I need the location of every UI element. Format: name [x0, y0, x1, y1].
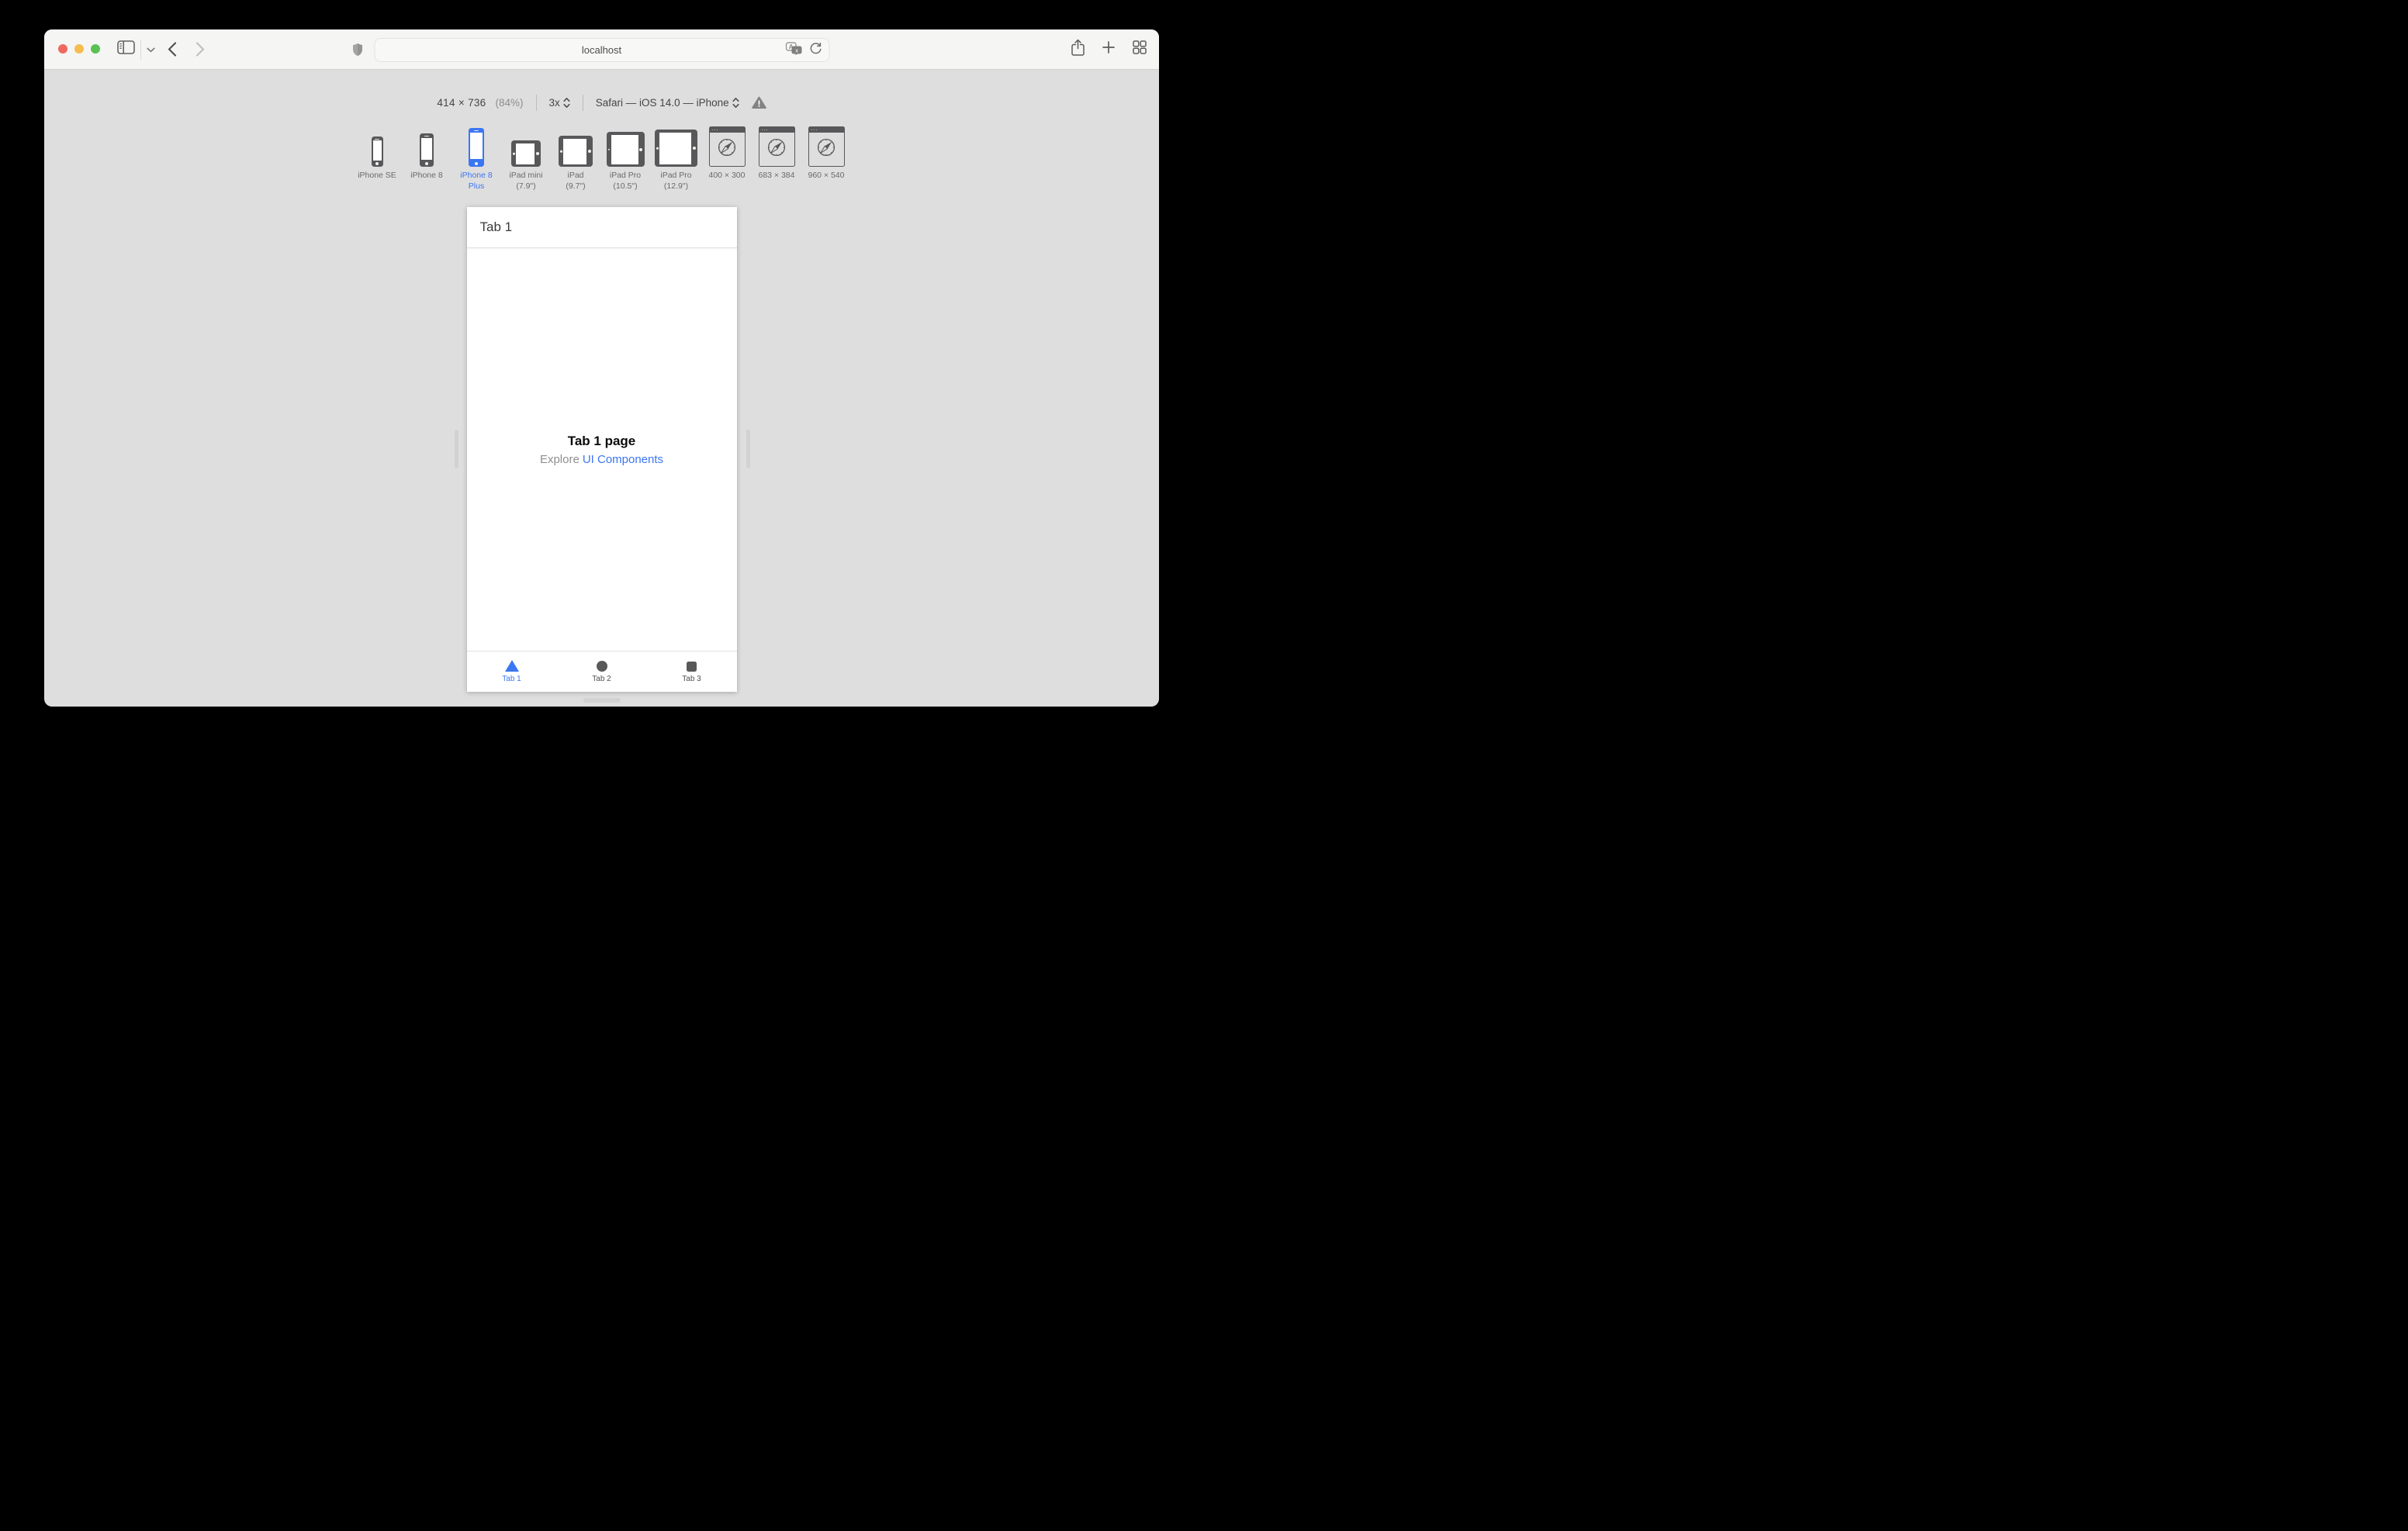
device-iphone-se[interactable]: iPhone SE [357, 126, 397, 181]
scale-value: 3x [548, 97, 560, 109]
svg-text:x: x [795, 47, 798, 54]
reload-icon[interactable] [809, 42, 822, 59]
device-label: 960 × 540 [808, 171, 845, 180]
device-iphone-8-plus[interactable]: iPhone 8 Plus [456, 126, 496, 192]
device-strip: iPhone SE iPhone 8 iPhone 8 Plus iPad mi… [44, 126, 1159, 192]
browser-window-compass-icon [808, 126, 845, 167]
device-preset-400x300[interactable]: 400 × 300 [707, 126, 747, 181]
forward-button[interactable] [195, 29, 205, 69]
share-icon[interactable] [1071, 39, 1085, 60]
back-button[interactable] [168, 29, 177, 69]
translate-icon[interactable]: A x [785, 41, 802, 59]
device-label: iPad Pro (12.9") [660, 171, 692, 191]
iphone-8-icon [420, 133, 434, 167]
minimize-button[interactable] [74, 44, 84, 54]
ui-components-link[interactable]: UI Components [583, 453, 663, 466]
browser-toolbar: localhost A x [44, 29, 1159, 70]
device-label: 683 × 384 [758, 171, 795, 180]
sidebar-toggle-icon[interactable] [117, 40, 135, 58]
device-iphone-8[interactable]: iPhone 8 [407, 126, 447, 181]
rdm-status-row: 414 × 736 (84%) 3x Safari — iOS 14.0 — i… [44, 95, 1159, 111]
circle-icon [596, 661, 607, 672]
page-subtitle: Explore UI Components [539, 453, 664, 466]
divider [535, 95, 537, 111]
desktop-background: localhost A x 414 × 736 (84%) 3x Safari … [0, 0, 1204, 766]
device-ipad[interactable]: iPad (9.7") [555, 126, 596, 192]
ipad-pro-12-icon [655, 130, 697, 167]
address-bar[interactable]: localhost A x [374, 38, 829, 62]
device-preset-683x384[interactable]: 683 × 384 [756, 126, 797, 181]
device-ipad-pro-10[interactable]: iPad Pro (10.5") [605, 126, 645, 192]
traffic-lights [58, 44, 100, 54]
sidebar-controls [117, 29, 155, 69]
page-content: Tab 1 page Explore UI Components [467, 248, 737, 651]
device-label: iPad (9.7") [566, 171, 586, 191]
zoom-button[interactable] [91, 44, 100, 54]
user-agent-select[interactable]: Safari — iOS 14.0 — iPhone [596, 97, 739, 109]
resize-handle-bottom[interactable] [583, 698, 621, 703]
simulated-viewport: Tab 1 Tab 1 page Explore UI Components Ta… [466, 207, 737, 692]
device-label: iPad mini (7.9") [509, 171, 543, 191]
privacy-shield-icon[interactable] [352, 29, 363, 69]
scale-stepper[interactable]: 3x [549, 97, 570, 109]
stepper-chevrons-icon [732, 98, 739, 108]
iphone-se-icon [371, 137, 383, 167]
nav-bar: Tab 1 [466, 207, 737, 248]
plus-icon[interactable] [1102, 41, 1115, 57]
zoom-percentage: (84%) [495, 97, 524, 109]
triangle-icon [504, 660, 519, 672]
resize-handle-right[interactable] [746, 430, 750, 468]
ipad-mini-icon [511, 140, 541, 167]
square-icon [687, 661, 697, 672]
user-agent-value: Safari — iOS 14.0 — iPhone [595, 97, 729, 109]
device-label: iPhone 8 Plus [460, 171, 493, 191]
device-label: iPhone SE [358, 171, 396, 180]
device-label: iPhone 8 [410, 171, 443, 180]
address-bar-url: localhost [581, 44, 622, 56]
nav-bar-title: Tab 1 [479, 219, 513, 234]
browser-window-compass-icon [758, 126, 795, 167]
viewport-dimensions: 414 × 736 [437, 97, 486, 109]
tab-bar: Tab 1 Tab 2 Tab 3 [466, 651, 737, 692]
tab-2[interactable]: Tab 2 [557, 651, 647, 692]
warning-triangle-icon[interactable] [751, 96, 766, 109]
device-label: 400 × 300 [708, 171, 746, 180]
device-ipad-mini[interactable]: iPad mini (7.9") [506, 126, 546, 192]
safari-window: localhost A x 414 × 736 (84%) 3x Safari … [44, 29, 1159, 707]
tab-overview-icon[interactable] [1133, 40, 1147, 58]
ipad-pro-10-icon [606, 132, 645, 167]
resize-handle-left[interactable] [455, 430, 458, 468]
chevron-down-icon[interactable] [147, 43, 155, 57]
device-ipad-pro-12[interactable]: iPad Pro (12.9") [655, 126, 697, 192]
device-label: iPad Pro (10.5") [609, 171, 642, 191]
iphone-8-plus-icon [469, 128, 484, 167]
stepper-chevrons-icon [563, 98, 570, 108]
close-button[interactable] [58, 44, 67, 54]
tab-3[interactable]: Tab 3 [647, 651, 737, 692]
device-preset-960x540[interactable]: 960 × 540 [806, 126, 846, 181]
tab-1[interactable]: Tab 1 [467, 651, 557, 692]
toolbar-divider [140, 39, 141, 60]
ipad-icon [559, 136, 593, 167]
page-title: Tab 1 page [567, 434, 636, 448]
browser-window-compass-icon [708, 126, 746, 167]
